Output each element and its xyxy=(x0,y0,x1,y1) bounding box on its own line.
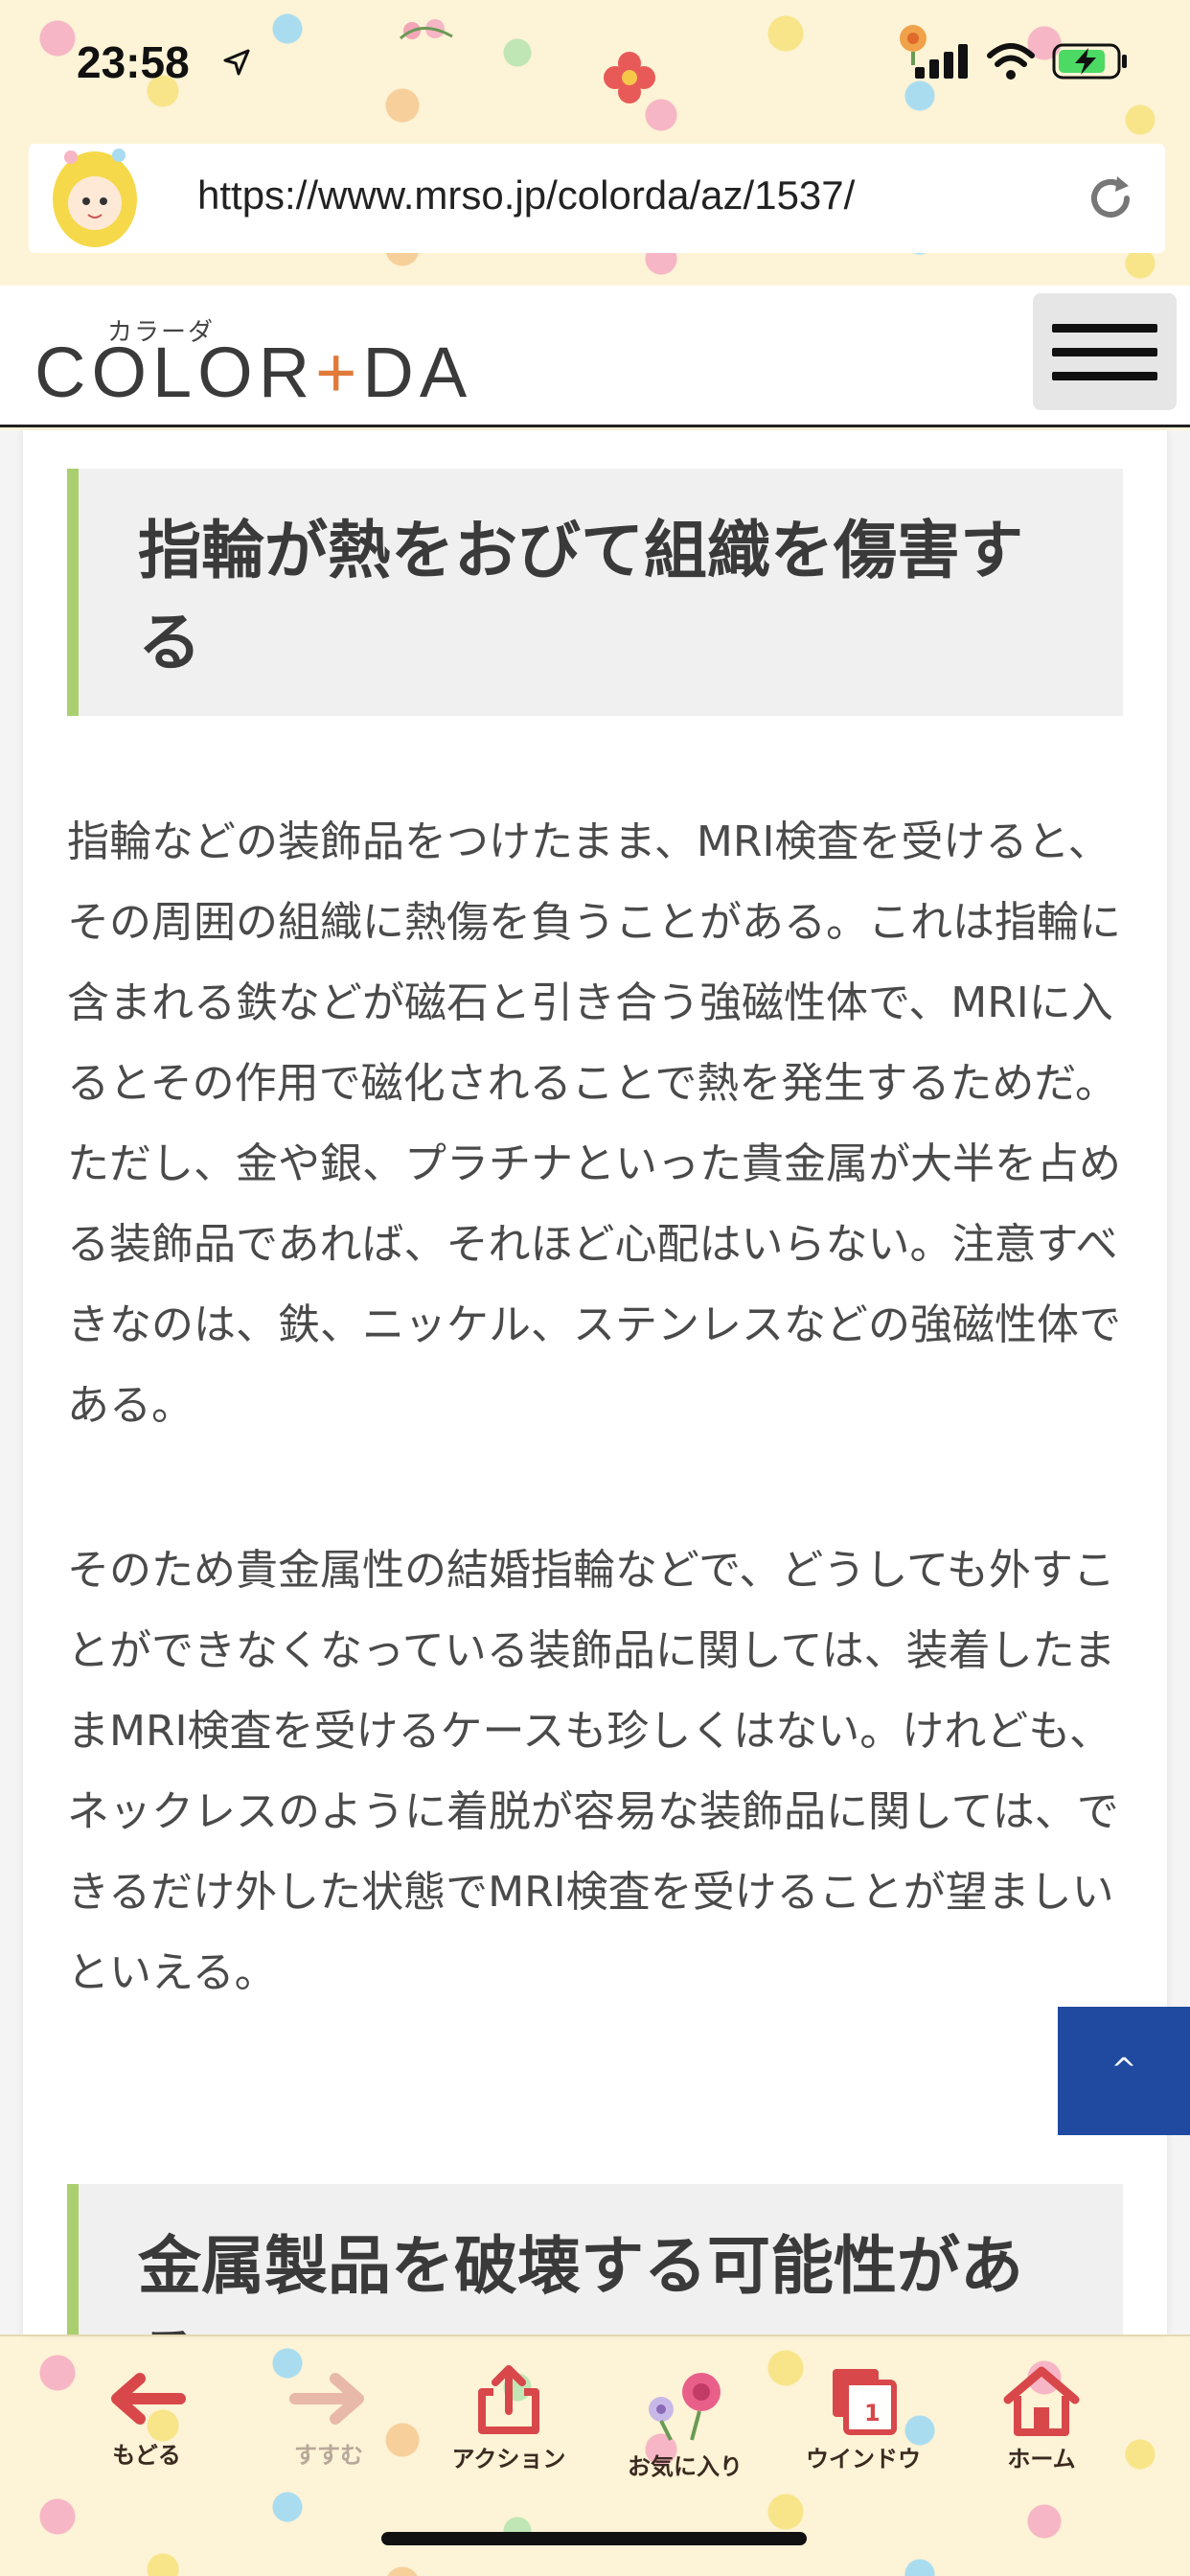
window-count: 1 xyxy=(864,2400,881,2426)
logo-word: COLOR+DA xyxy=(34,333,473,412)
action-button[interactable]: アクション xyxy=(427,2365,590,2518)
forward-label: すすむ xyxy=(294,2442,363,2469)
section-heading-text: 金属製品を破壊する可能性がある xyxy=(138,2229,1023,2334)
location-arrow-icon xyxy=(223,49,250,76)
share-icon xyxy=(478,2365,539,2434)
article-paragraph: 指輪などの装飾品をつけたまま、MRI検査を受けると、その周囲の組織に熱傷を負うこ… xyxy=(67,817,1121,1430)
flower-decoration-icon xyxy=(604,52,655,104)
home-button[interactable]: ホーム xyxy=(960,2365,1123,2518)
url-bar[interactable]: https://www.mrso.jp/colorda/az/1537/ xyxy=(29,144,1165,253)
section-heading-text: 指輪が熱をおびて組織を傷害する xyxy=(138,514,1023,679)
section-heading: 金属製品を破壊する可能性がある xyxy=(67,2184,1123,2334)
back-label: もどる xyxy=(112,2442,181,2469)
status-bar: 23:58 xyxy=(0,0,1190,134)
home-icon xyxy=(1003,2366,1080,2436)
signal-icon xyxy=(915,44,968,79)
flower-icon xyxy=(649,2373,721,2441)
back-arrow-icon xyxy=(111,2373,186,2425)
scroll-to-top-button[interactable]: ^ xyxy=(1058,2007,1190,2135)
window-icon xyxy=(833,2369,897,2435)
favorites-button[interactable]: お気に入り xyxy=(604,2365,767,2518)
site-logo[interactable]: カラーダ COLOR+DA xyxy=(34,312,467,412)
home-indicator xyxy=(381,2532,807,2545)
forward-button[interactable]: すすむ xyxy=(247,2365,410,2518)
reload-icon[interactable] xyxy=(1085,172,1136,224)
article-paragraph: そのため貴金属性の結婚指輪などで、どうしても外すことができなくなっている装飾品に… xyxy=(67,1546,1119,1997)
battery-charging-icon xyxy=(1052,43,1127,80)
window-button[interactable]: 1 ウインドウ xyxy=(782,2365,945,2518)
home-label: ホーム xyxy=(1007,2446,1076,2472)
window-label: ウインドウ xyxy=(806,2446,921,2472)
section-heading: 指輪が熱をおびて組織を傷害する xyxy=(67,469,1123,716)
hamburger-menu-icon xyxy=(1052,324,1157,333)
favorites-label: お気に入り xyxy=(628,2453,743,2480)
flower-decoration-icon xyxy=(399,19,453,40)
mascot-avatar xyxy=(53,149,137,247)
back-button[interactable]: もどる xyxy=(65,2365,228,2518)
status-time: 23:58 xyxy=(77,37,190,87)
forward-arrow-icon xyxy=(289,2373,364,2425)
article-content: 指輪が熱をおびて組織を傷害する 指輪などの装飾品をつけたまま、MRI検査を受ける… xyxy=(23,430,1167,2334)
action-label: アクション xyxy=(451,2446,566,2472)
wifi-icon xyxy=(987,43,1035,80)
url-text[interactable]: https://www.mrso.jp/colorda/az/1537/ xyxy=(197,172,855,218)
site-header: カラーダ COLOR+DA xyxy=(0,286,1190,427)
hamburger-menu-button[interactable] xyxy=(1033,293,1177,410)
